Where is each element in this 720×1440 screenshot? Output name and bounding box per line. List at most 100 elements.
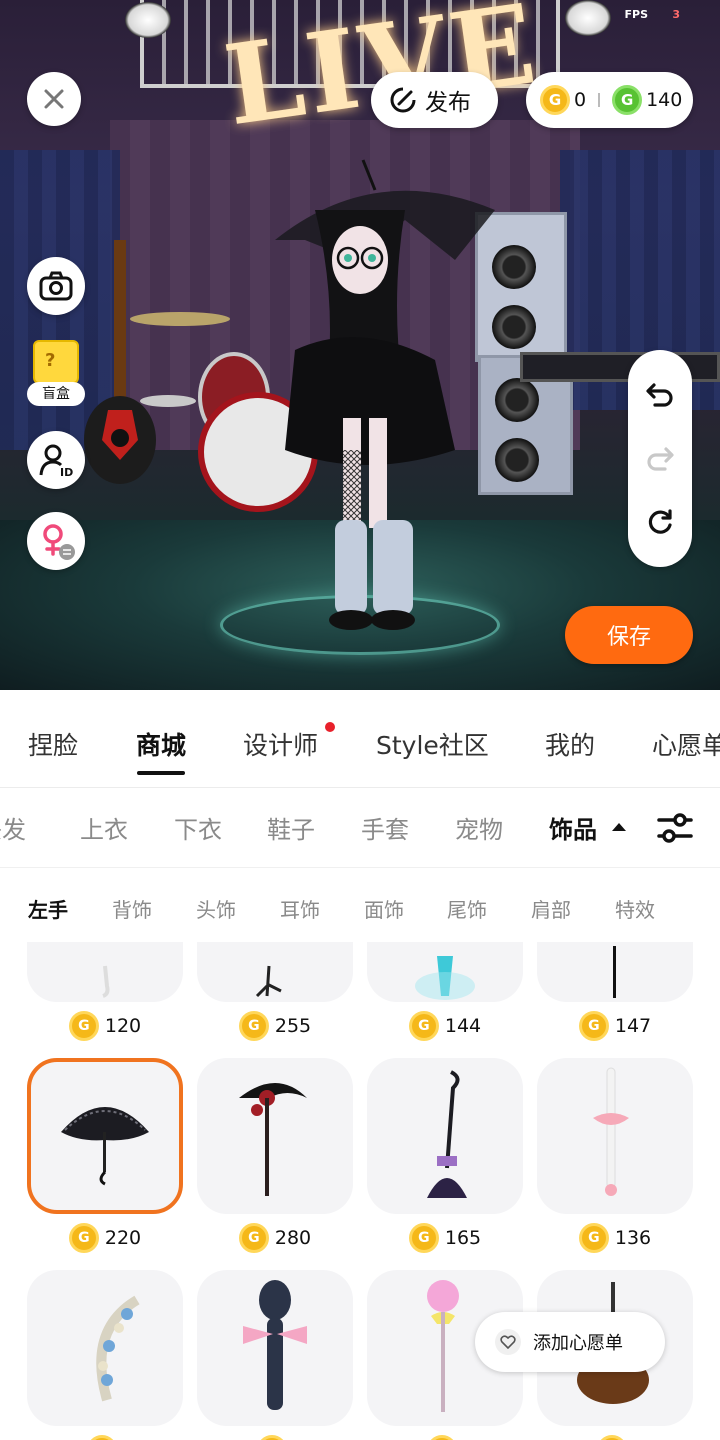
- item-thumbnail: [61, 1107, 149, 1186]
- category-accessories[interactable]: 饰品: [549, 810, 597, 845]
- gold-coin-icon: G: [68, 1011, 99, 1041]
- category-tab-bar: 头发 上衣 下衣 鞋子 手套 宠物 饰品: [0, 788, 720, 868]
- publish-button[interactable]: 发布: [371, 72, 498, 128]
- item-card[interactable]: [367, 1058, 523, 1214]
- redo-button[interactable]: [644, 442, 676, 474]
- spotlight: [125, 2, 171, 38]
- blind-box-button[interactable]: ? 盲盒: [27, 340, 85, 406]
- item-card[interactable]: [367, 942, 523, 1002]
- subtab-ear[interactable]: 耳饰: [280, 894, 320, 923]
- gold-coin-icon: G: [408, 1011, 439, 1041]
- wishlist-label: 添加心愿单: [533, 1333, 623, 1354]
- category-hair[interactable]: 头发: [0, 810, 26, 845]
- item-card[interactable]: [27, 942, 183, 1002]
- tab-style-community[interactable]: Style社区: [376, 726, 489, 762]
- main-tab-bar: 捏脸 商城 设计师 Style社区 我的 心愿单: [0, 690, 720, 788]
- heart-icon: [495, 1329, 521, 1355]
- tab-shop[interactable]: 商城: [136, 726, 186, 762]
- save-button[interactable]: 保存: [565, 606, 693, 664]
- svg-text:ID: ID: [60, 466, 73, 478]
- fps-value: 3: [672, 8, 680, 21]
- subtab-face[interactable]: 面饰: [364, 894, 404, 923]
- gold-coin-icon: G: [238, 1011, 269, 1041]
- sub-category-tab-bar: 左手 背饰 头饰 耳饰 面饰 尾饰 肩部 特效: [0, 868, 720, 942]
- category-top[interactable]: 上衣: [80, 810, 128, 845]
- camera-button[interactable]: [27, 257, 85, 315]
- item-thumbnail: [96, 1295, 140, 1402]
- item-price: G 165: [367, 1221, 523, 1255]
- item-thumbnail: [102, 965, 110, 998]
- subtab-tail[interactable]: 尾饰: [447, 894, 487, 923]
- add-to-wishlist-button[interactable]: 添加心愿单: [475, 1312, 665, 1372]
- category-shoes[interactable]: 鞋子: [267, 810, 315, 845]
- gold-coin-icon: G: [578, 1223, 609, 1253]
- item-price: G 136: [537, 1221, 693, 1255]
- publish-icon: [390, 87, 416, 113]
- item-thumbnail: [613, 946, 616, 998]
- avatar-character: [275, 159, 495, 630]
- edit-history-controls: [628, 350, 692, 567]
- subtab-shoulder[interactable]: 肩部: [531, 894, 571, 923]
- item-card[interactable]: [197, 1058, 353, 1214]
- item-card[interactable]: [27, 1270, 183, 1426]
- undo-button[interactable]: [644, 378, 676, 410]
- gold-coin-icon: G: [87, 1435, 117, 1440]
- item-thumbnail: [243, 1280, 307, 1410]
- close-button[interactable]: [27, 72, 81, 126]
- item-thumbnail: [255, 965, 282, 998]
- item-price: G 255: [197, 1009, 353, 1043]
- item-price: G: [537, 1433, 693, 1440]
- item-card[interactable]: [537, 942, 693, 1002]
- gold-coin-icon: G: [540, 85, 570, 115]
- item-card[interactable]: [537, 1058, 693, 1214]
- subtab-left-hand[interactable]: 左手: [28, 894, 68, 923]
- item-thumbnail: [239, 1083, 307, 1196]
- close-icon: [44, 89, 64, 109]
- gold-balance: 0: [574, 89, 587, 111]
- avatar-id-button[interactable]: ID: [27, 431, 85, 489]
- item-thumbnail: [415, 956, 475, 1000]
- subtab-back[interactable]: 背饰: [112, 894, 152, 923]
- publish-label: 发布: [425, 90, 471, 116]
- tab-face[interactable]: 捏脸: [28, 726, 78, 762]
- subtab-effect[interactable]: 特效: [615, 894, 655, 923]
- reset-button[interactable]: [644, 507, 676, 539]
- female-switch-icon: [43, 524, 75, 560]
- item-thumbnail: [427, 1070, 467, 1198]
- gold-coin-icon: G: [427, 1435, 457, 1440]
- undo-icon: [646, 383, 673, 407]
- gold-coin-icon: G: [257, 1435, 287, 1440]
- active-tab-indicator: [137, 771, 185, 775]
- blind-box-icon: [33, 340, 79, 384]
- category-gloves[interactable]: 手套: [361, 810, 409, 845]
- item-price: G 280: [197, 1221, 353, 1255]
- fps-label: FPS: [624, 8, 649, 21]
- gold-coin-icon: G: [238, 1223, 269, 1253]
- gold-coin-icon: G: [68, 1223, 99, 1253]
- category-bottom[interactable]: 下衣: [174, 810, 222, 845]
- gold-coin-icon: G: [408, 1223, 439, 1253]
- currency-divider: [598, 93, 601, 107]
- tab-designer[interactable]: 设计师: [243, 726, 318, 762]
- item-price: G 120: [27, 1009, 183, 1043]
- item-card[interactable]: [197, 1270, 353, 1426]
- reset-icon: [648, 509, 672, 534]
- item-card-selected[interactable]: [27, 1058, 183, 1214]
- guitar: [84, 240, 156, 484]
- item-card[interactable]: [197, 942, 353, 1002]
- tab-mine[interactable]: 我的: [545, 726, 595, 762]
- item-price: G: [27, 1433, 183, 1440]
- gender-switch-button[interactable]: [27, 512, 85, 570]
- item-price: G 147: [537, 1009, 693, 1043]
- currency-balance[interactable]: G 0 G 140: [526, 72, 693, 128]
- blind-box-label: 盲盒: [27, 382, 85, 406]
- green-balance: 140: [646, 89, 683, 111]
- notification-dot: [325, 722, 335, 732]
- avatar-id-icon: ID: [39, 444, 73, 478]
- caret-up-icon: [612, 823, 626, 831]
- category-pet[interactable]: 宠物: [455, 810, 503, 845]
- item-price: G: [197, 1433, 353, 1440]
- subtab-head[interactable]: 头饰: [196, 894, 236, 923]
- filter-icon[interactable]: [655, 808, 695, 848]
- tab-wishlist[interactable]: 心愿单: [652, 726, 720, 762]
